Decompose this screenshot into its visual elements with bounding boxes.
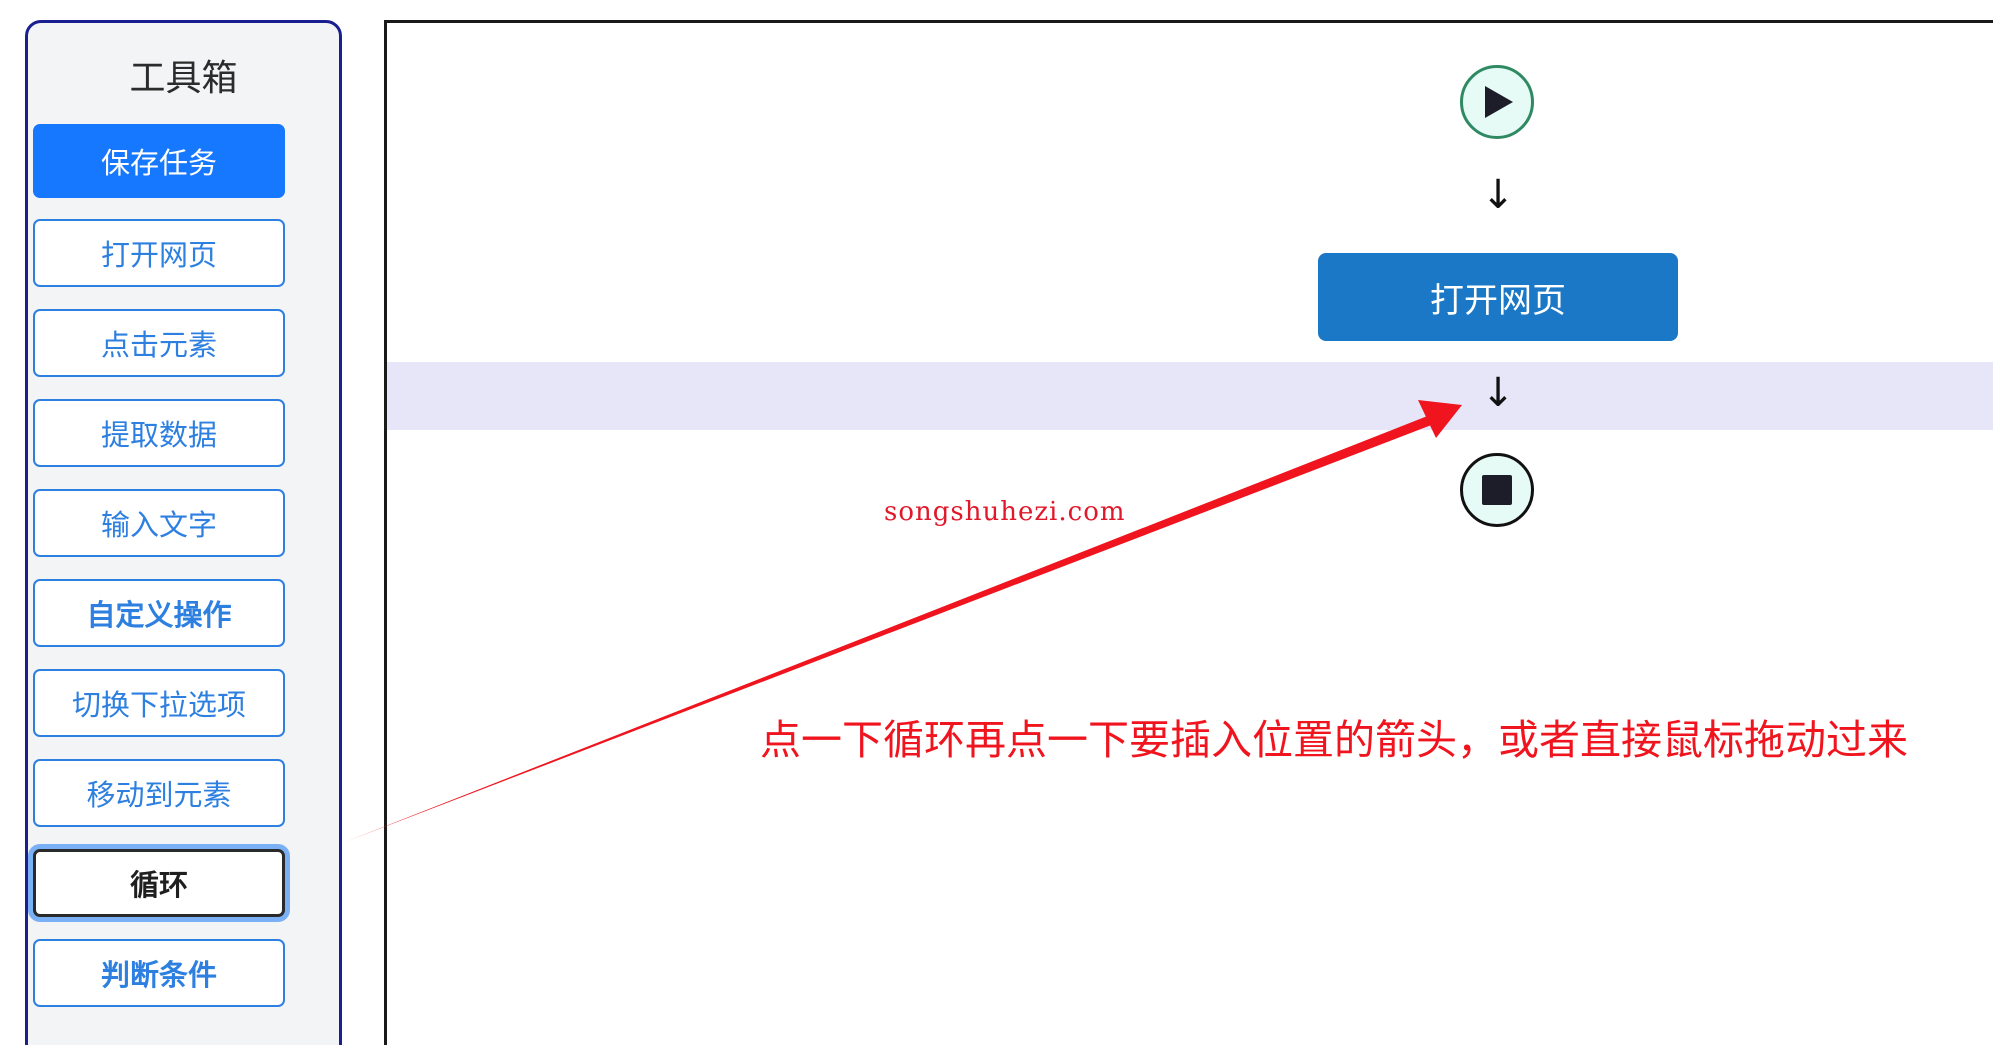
flow-arrow-1[interactable]: ↓ <box>1480 172 1516 218</box>
condition-button[interactable]: 判断条件 <box>33 939 285 1007</box>
switch-dropdown-button[interactable]: 切换下拉选项 <box>33 669 285 737</box>
save-task-button[interactable]: 保存任务 <box>33 124 285 198</box>
loop-button[interactable]: 循环 <box>33 849 285 917</box>
flow-end-node[interactable] <box>1460 453 1534 527</box>
custom-action-button[interactable]: 自定义操作 <box>33 579 285 647</box>
play-icon <box>1485 86 1513 118</box>
flow-node-open-webpage[interactable]: 打开网页 <box>1318 253 1678 341</box>
flow-start-node[interactable] <box>1460 65 1534 139</box>
move-to-element-button[interactable]: 移动到元素 <box>33 759 285 827</box>
annotation-note: 点一下循环再点一下要插入位置的箭头，或者直接鼠标拖动过来 <box>760 716 1908 764</box>
click-element-button[interactable]: 点击元素 <box>33 309 285 377</box>
flow-arrow-2[interactable]: ↓ <box>1480 370 1516 416</box>
toolbox-title: 工具箱 <box>129 58 238 99</box>
flow-canvas[interactable] <box>384 20 1993 1045</box>
input-text-button[interactable]: 输入文字 <box>33 489 285 557</box>
open-webpage-button[interactable]: 打开网页 <box>33 219 285 287</box>
stop-icon <box>1482 475 1512 505</box>
watermark-text: songshuhezi.com <box>884 497 1126 527</box>
extract-data-button[interactable]: 提取数据 <box>33 399 285 467</box>
insert-position-highlight[interactable] <box>387 362 1993 430</box>
page: 工具箱 保存任务 打开网页 点击元素 提取数据 输入文字 自定义操作 切换下拉选… <box>0 0 1993 1045</box>
